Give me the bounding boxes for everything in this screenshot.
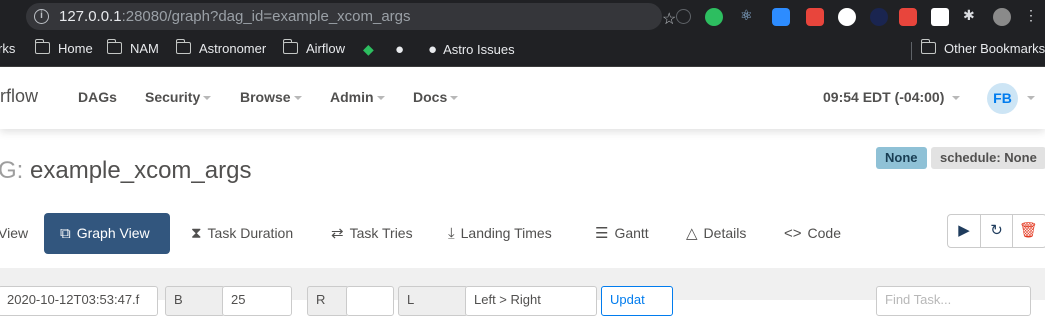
plane-landing-icon: ⤓ — [448, 225, 455, 242]
tab-task-duration[interactable]: ⧗ Task Duration — [191, 213, 293, 254]
zoom-extension-icon[interactable] — [772, 8, 790, 26]
find-task-input[interactable]: Find Task... — [876, 286, 1031, 316]
caret-down-icon — [1027, 96, 1035, 100]
extension-white-icon[interactable] — [838, 8, 856, 26]
bookmark-star-icon[interactable]: ☆ — [662, 9, 676, 29]
site-info-icon[interactable]: i — [34, 9, 49, 24]
tab-tree-view[interactable]: View — [0, 213, 28, 254]
layout-label: L — [398, 286, 468, 316]
gantt-icon: ☰ — [595, 225, 609, 242]
runs-label: R — [307, 286, 349, 316]
page-title: G: example_xcom_args — [0, 157, 251, 185]
base-date-label: B — [165, 286, 225, 316]
brand-logo[interactable]: rflow — [0, 86, 38, 107]
bookmark-nam[interactable]: NAM — [106, 39, 159, 59]
extension-dark-icon[interactable] — [870, 8, 888, 26]
code-icon: <> — [784, 225, 802, 242]
caret-down-icon — [952, 96, 961, 100]
extension-red-icon[interactable] — [806, 8, 824, 26]
github-icon: ● — [428, 41, 438, 58]
schedule-badge: schedule: None — [931, 147, 1045, 169]
browser-toolbar: i 127.0.0.1:28080/graph?dag_id=example_x… — [0, 0, 1045, 34]
folder-icon — [34, 39, 50, 54]
url-path: :28080/graph?dag_id=example_xcom_args — [121, 8, 411, 25]
bookmark-airflow[interactable]: Airflow — [282, 39, 345, 59]
update-button[interactable]: Updat — [601, 286, 673, 316]
blocked-icon[interactable] — [676, 9, 691, 24]
tab-code[interactable]: <> Code — [784, 213, 841, 254]
tab-details[interactable]: △ Details — [686, 213, 746, 254]
trigger-dag-button[interactable]: ▶ — [948, 215, 980, 247]
refresh-icon: ↻ — [990, 222, 1003, 239]
folder-icon — [920, 39, 936, 54]
airflow-navbar: rflow DAGs Security Browse Admin Docs 09… — [0, 67, 1045, 129]
bookmark-astronomer[interactable]: Astronomer — [175, 39, 266, 59]
url-text[interactable]: 127.0.0.1:28080/graph?dag_id=example_xco… — [59, 8, 411, 25]
nav-admin[interactable]: Admin — [330, 89, 385, 105]
react-extension-icon[interactable]: ⚛ — [740, 7, 753, 24]
nav-browse[interactable]: Browse — [240, 89, 302, 105]
bookmark-green-icon[interactable]: ◆ — [363, 41, 374, 59]
bookmark-astro-issues[interactable]: ● Astro Issues — [428, 41, 515, 59]
extensions-puzzle-icon[interactable]: ✱ — [963, 7, 975, 24]
caret-down-icon — [293, 96, 302, 100]
nav-security[interactable]: Security — [145, 89, 212, 105]
caret-down-icon — [450, 96, 459, 100]
retry-arrows-icon: ⇄ — [331, 225, 344, 242]
user-menu-caret[interactable] — [1024, 89, 1035, 105]
bookmark-home[interactable]: Home — [34, 39, 93, 59]
owner-badge: None — [876, 147, 927, 169]
warning-triangle-icon: △ — [686, 225, 698, 242]
refresh-button[interactable]: ↻ — [980, 215, 1012, 247]
extension-orange-icon[interactable] — [899, 8, 917, 26]
bookmark-other[interactable]: Other Bookmarks — [920, 39, 1045, 59]
bookmarks-bar: rks Home NAM Astronomer Airflow ◆ ● ● Ast… — [0, 34, 1045, 67]
title-prefix: G: — [0, 157, 24, 184]
execution-date-select[interactable]: 2020-10-12T03:53:47.f — [0, 286, 158, 316]
dag-actions: ▶ ↻ 🗑 — [947, 214, 1045, 248]
caret-down-icon — [203, 96, 212, 100]
graph-icon: ⧉ — [60, 225, 71, 242]
profile-avatar-icon[interactable] — [993, 8, 1011, 26]
layout-select[interactable]: Left > Right — [465, 286, 597, 316]
num-runs-input[interactable]: 25 — [222, 286, 292, 316]
play-icon: ▶ — [958, 222, 970, 239]
caret-down-icon — [376, 96, 385, 100]
hourglass-icon: ⧗ — [191, 225, 202, 242]
dag-name: example_xcom_args — [30, 157, 252, 184]
tab-graph-view[interactable]: ⧉ Graph View — [44, 213, 170, 254]
nav-docs[interactable]: Docs — [413, 89, 459, 105]
url-host: 127.0.0.1 — [59, 8, 122, 25]
evernote-extension-icon[interactable] — [705, 8, 723, 26]
bookmark-truncated[interactable]: rks — [0, 41, 15, 59]
timezone-clock[interactable]: 09:54 EDT (-04:00) — [823, 89, 961, 105]
bookmarks-divider — [911, 42, 912, 60]
runs-select[interactable] — [346, 286, 394, 316]
browser-menu-icon[interactable]: ⋮ — [1024, 7, 1038, 24]
folder-icon — [282, 39, 298, 54]
folder-icon — [106, 39, 122, 54]
folder-icon — [175, 39, 191, 54]
notion-extension-icon[interactable] — [931, 8, 949, 26]
trash-icon: 🗑 — [1018, 222, 1039, 239]
bookmark-github-icon[interactable]: ● — [395, 41, 404, 59]
nav-dags[interactable]: DAGs — [78, 89, 117, 105]
tab-gantt[interactable]: ☰ Gantt — [595, 213, 649, 254]
delete-dag-button[interactable]: 🗑 — [1012, 215, 1044, 247]
tab-landing-times[interactable]: ⤓ Landing Times — [448, 213, 552, 254]
address-bar[interactable]: i 127.0.0.1:28080/graph?dag_id=example_x… — [26, 3, 676, 30]
tab-task-tries[interactable]: ⇄ Task Tries — [331, 213, 413, 254]
user-avatar[interactable]: FB — [987, 83, 1018, 114]
